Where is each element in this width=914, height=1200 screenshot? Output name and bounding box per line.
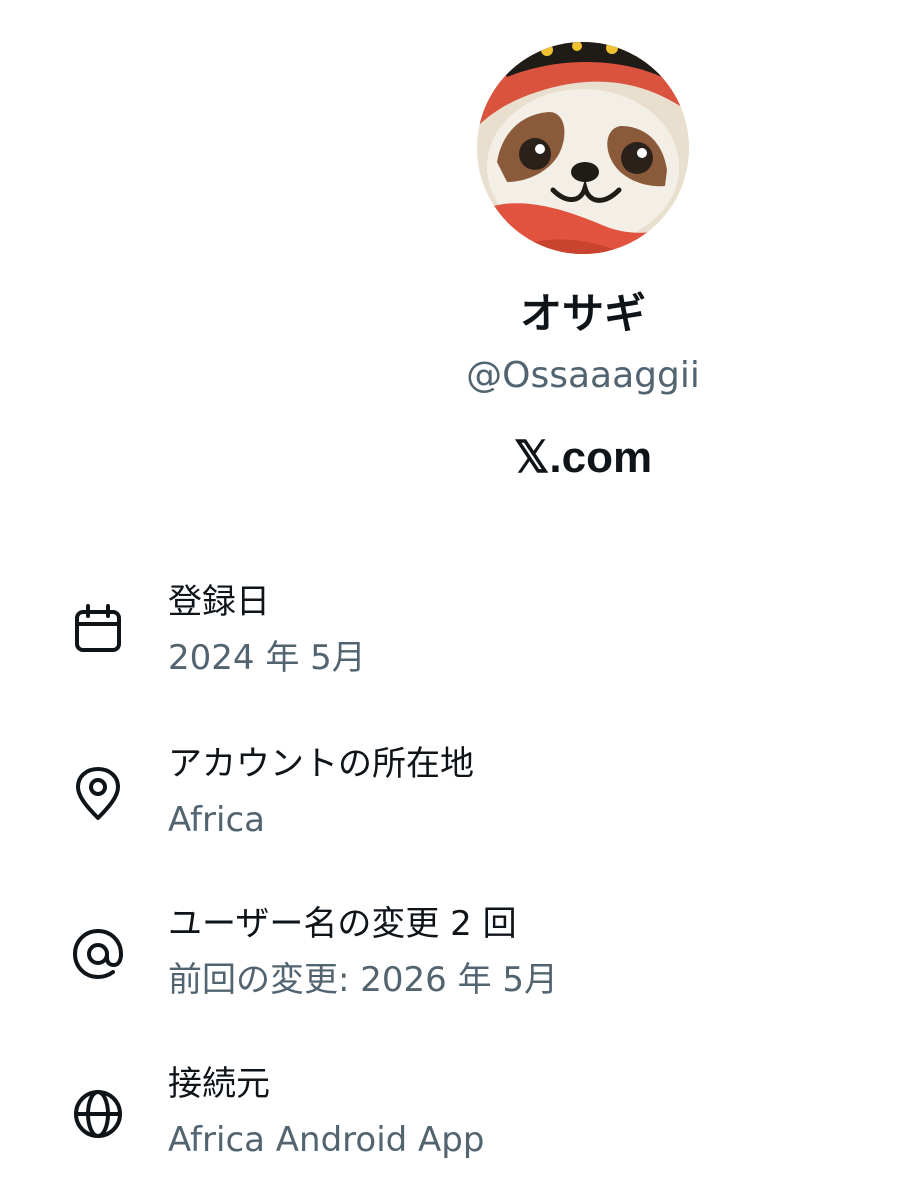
location-pin-icon xyxy=(68,764,128,824)
connected-via-value: Africa Android App xyxy=(168,1120,485,1160)
about-row-location: アカウントの所在地 Africa xyxy=(0,738,914,858)
about-row-joined: 登録日 2024 年 5月 xyxy=(0,576,914,696)
connected-via-title: 接続元 xyxy=(168,1064,270,1104)
joined-value: 2024 年 5月 xyxy=(168,638,366,678)
about-row-username-changes: ユーザー名の変更 2 回 前回の変更: 2026 年 5月 xyxy=(0,898,914,1018)
display-name: オサギ xyxy=(519,289,646,338)
username-handle: @Ossaaaggii xyxy=(466,355,700,396)
joined-title: 登録日 xyxy=(168,582,270,622)
about-row-connected-via: 接続元 Africa Android App xyxy=(0,1058,914,1178)
globe-icon xyxy=(68,1084,128,1144)
sloth-avatar-image xyxy=(477,42,689,254)
calendar-icon xyxy=(68,600,128,660)
avatar[interactable] xyxy=(477,42,689,254)
site-label: 𝕏.com xyxy=(513,433,653,482)
location-title: アカウントの所在地 xyxy=(168,744,474,784)
location-value: Africa xyxy=(168,800,265,840)
username-changes-title: ユーザー名の変更 2 回 xyxy=(168,904,517,944)
at-sign-icon xyxy=(68,924,128,984)
username-changes-value: 前回の変更: 2026 年 5月 xyxy=(168,960,559,1000)
